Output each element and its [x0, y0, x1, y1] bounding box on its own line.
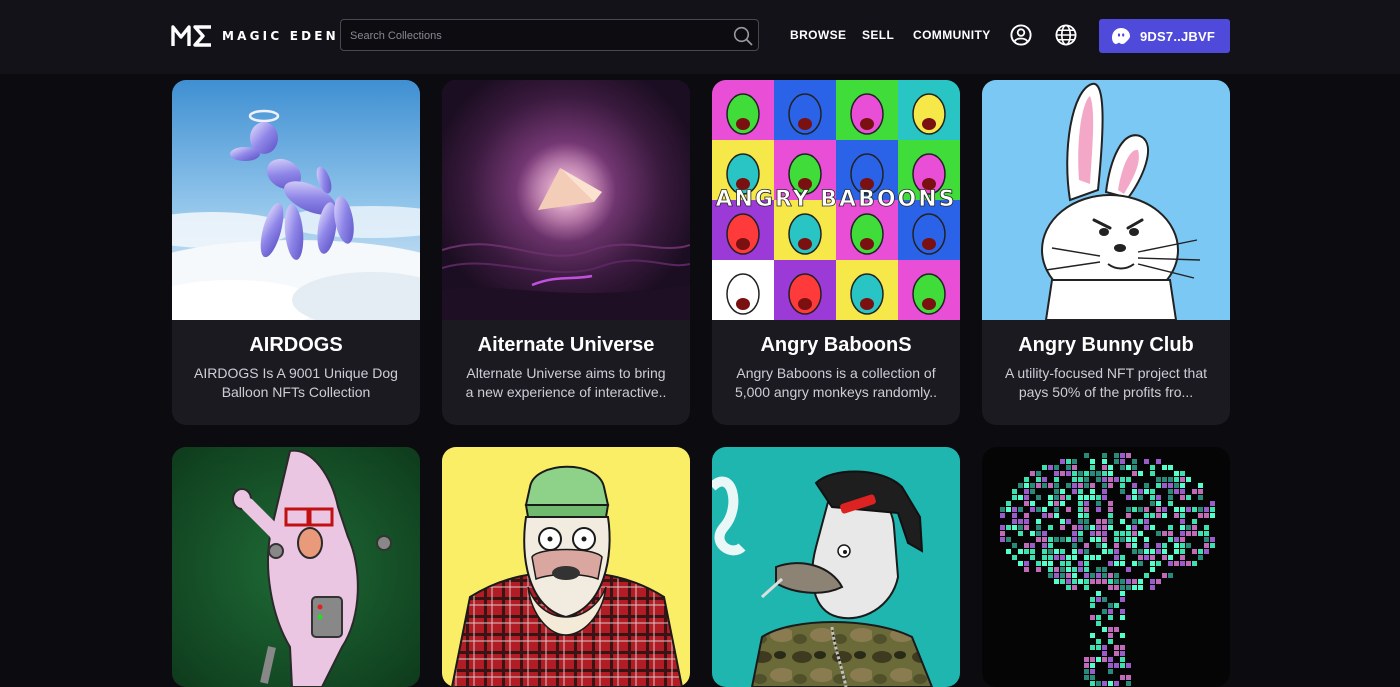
- collection-card-airdogs[interactable]: AIRDOGS AIRDOGS Is A 9001 Unique Dog Bal…: [172, 80, 420, 425]
- wallet-address: 9DS7..JBVF: [1140, 28, 1215, 44]
- top-nav-bar: MAGIC EDEN BROWSE SELL COMMUNITY 9DS7..J…: [0, 0, 1400, 73]
- logo-text: MAGIC EDEN: [222, 29, 339, 43]
- search-bar[interactable]: [340, 19, 759, 52]
- collection-card-angry-bunny-club[interactable]: Angry Bunny Club A utility-focused NFT p…: [982, 80, 1230, 425]
- nav-sell[interactable]: SELL: [862, 28, 894, 42]
- user-circle-icon[interactable]: [1010, 24, 1032, 46]
- magic-eden-logo-icon: [171, 25, 211, 47]
- search-icon[interactable]: [733, 26, 753, 46]
- collection-card[interactable]: [442, 447, 690, 687]
- baboons-overlay-text: ANGRY BABOONS: [715, 187, 956, 212]
- wallet-button[interactable]: 9DS7..JBVF: [1099, 19, 1230, 53]
- collection-image: ANGRY BABOONS: [712, 80, 960, 320]
- collection-image: [982, 447, 1230, 687]
- collection-card[interactable]: [712, 447, 960, 687]
- collection-description: Alternate Universe aims to bring a new e…: [465, 365, 667, 400]
- collection-image: [442, 447, 690, 687]
- collection-image: [982, 80, 1230, 320]
- collection-card[interactable]: [172, 447, 420, 687]
- collection-card-alternate-universe[interactable]: Aiternate Universe Alternate Universe ai…: [442, 80, 690, 425]
- collection-title: Aiternate Universe: [477, 334, 655, 356]
- collection-title: AIRDOGS: [249, 334, 343, 356]
- nav-community[interactable]: COMMUNITY: [913, 28, 991, 42]
- collection-image: [172, 80, 420, 320]
- search-input[interactable]: [341, 20, 732, 52]
- collection-description: Angry Baboons is a collection of 5,000 a…: [734, 365, 938, 400]
- collection-image: [172, 447, 420, 687]
- collection-image: [442, 80, 690, 320]
- collection-title: Angry Bunny Club: [1018, 334, 1194, 356]
- collection-card-angry-baboons[interactable]: ANGRY BABOONS Angry BaboonS Angry Baboon…: [712, 80, 960, 425]
- nav-browse[interactable]: BROWSE: [790, 28, 846, 42]
- magic-eden-logo[interactable]: MAGIC EDEN: [171, 22, 339, 50]
- collection-card[interactable]: [982, 447, 1230, 687]
- collection-image: [712, 447, 960, 687]
- collection-description: AIRDOGS Is A 9001 Unique Dog Balloon NFT…: [194, 365, 398, 400]
- collection-description: A utility-focused NFT project that pays …: [1004, 365, 1208, 400]
- globe-icon[interactable]: [1055, 24, 1077, 46]
- collection-title: Angry BaboonS: [760, 334, 912, 356]
- ghost-wallet-icon: [1112, 28, 1130, 44]
